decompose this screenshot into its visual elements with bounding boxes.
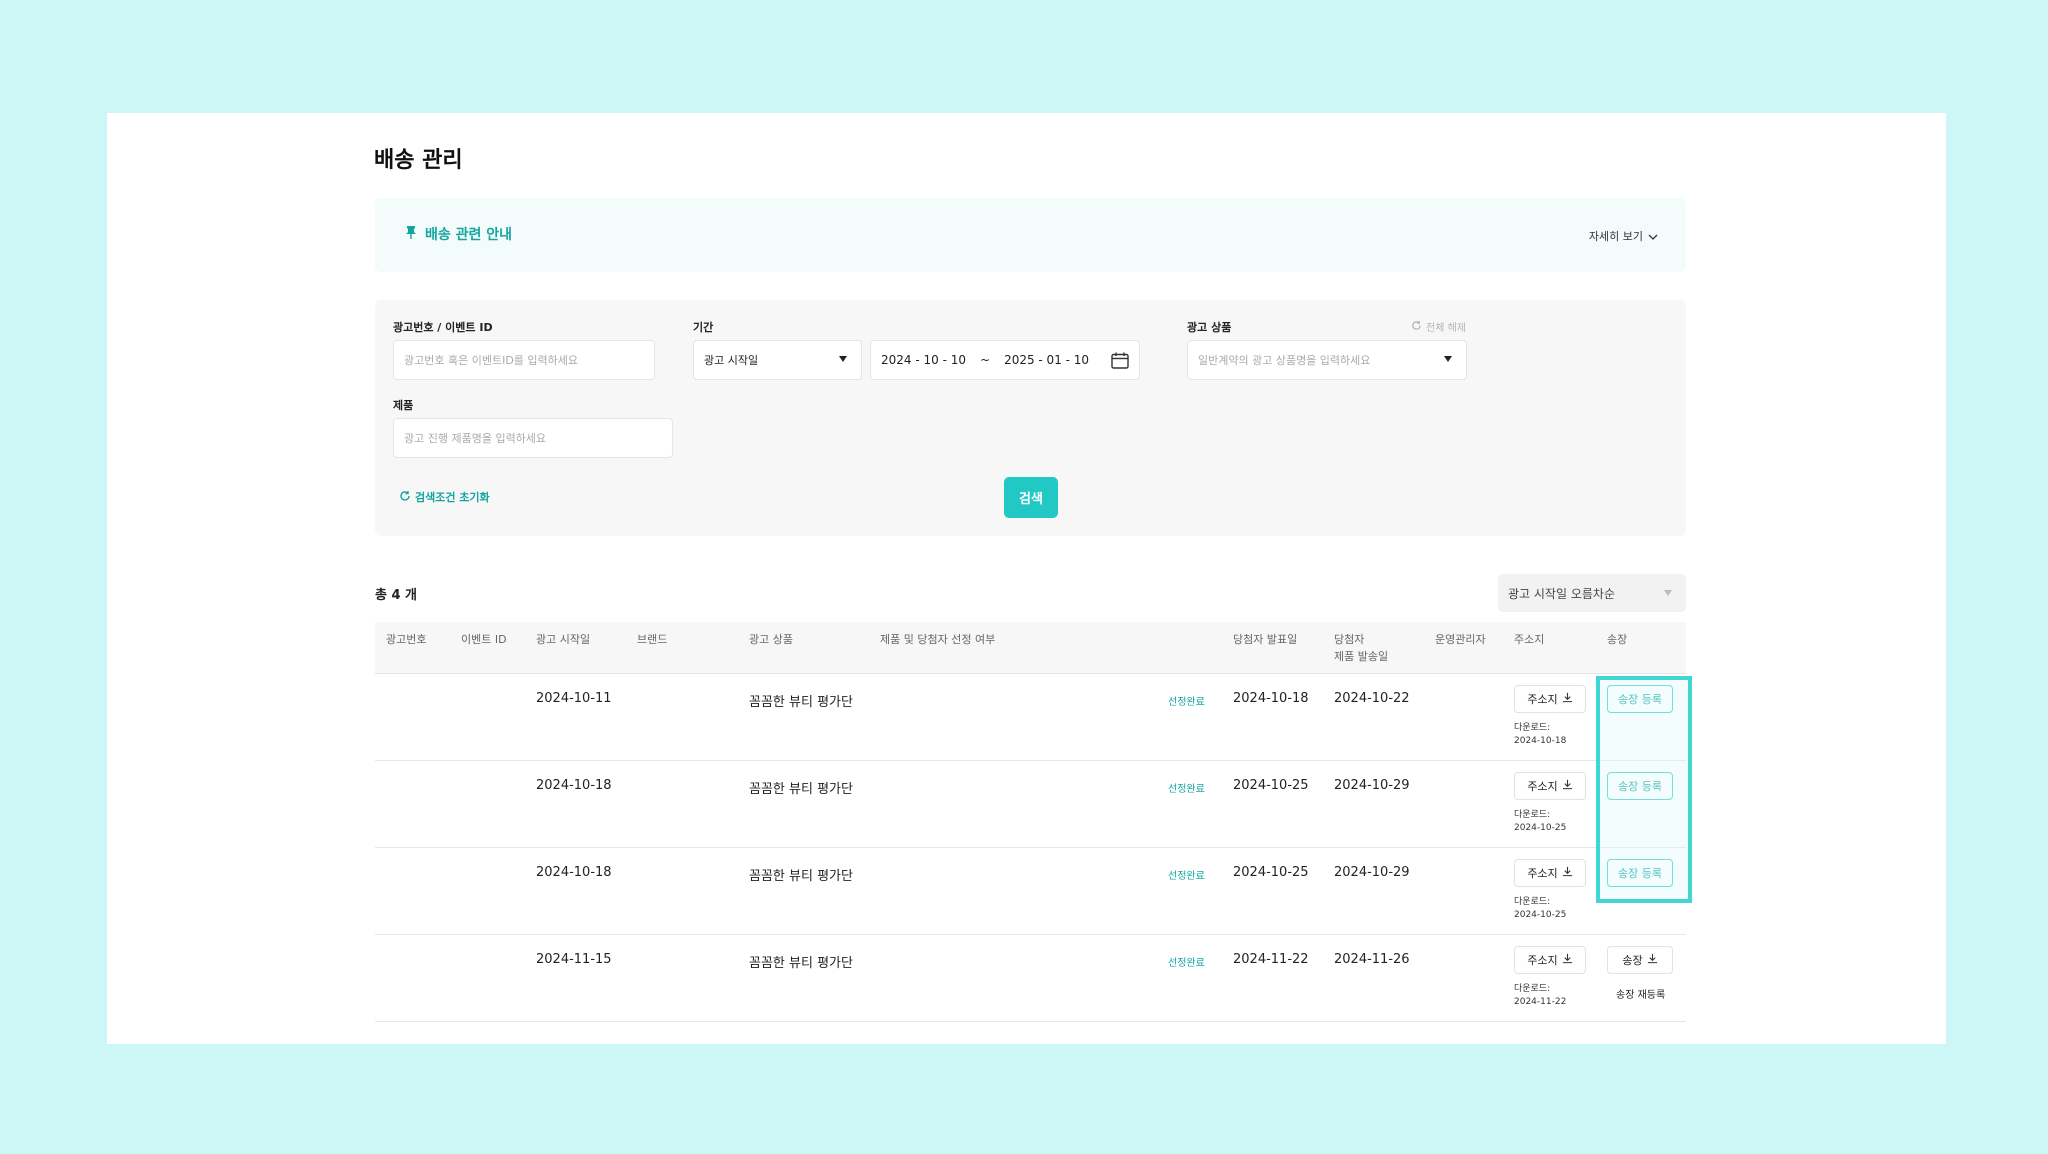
table-row: 2024-10-18 꼼꼼한 뷰티 평가단 선정완료 2024-10-25 20…: [375, 848, 1686, 935]
product-cell: 꼼꼼한 뷰티 평가단: [749, 695, 853, 710]
table-row: 2024-10-11 꼼꼼한 뷰티 평가단 선정완료 2024-10-18 20…: [375, 674, 1686, 761]
refresh-icon: [1411, 320, 1422, 334]
ad-id-input[interactable]: 광고번호 혹은 이벤트ID를 입력하세요: [393, 340, 655, 380]
invoice-column-highlight: [1596, 676, 1692, 903]
col-announce-date: 당첨자 발표일: [1233, 633, 1298, 646]
col-address: 주소지: [1514, 633, 1545, 646]
reset-conditions-button[interactable]: 검색조건 초기화: [399, 489, 490, 505]
download-icon: [1562, 692, 1573, 706]
ad-product-label: 광고 상품: [1187, 321, 1232, 334]
search-button[interactable]: 검색: [1004, 477, 1058, 518]
status-badge: 선정완료: [1168, 697, 1205, 708]
ship-date-cell: 2024-10-29: [1334, 865, 1410, 880]
col-start-date: 광고 시작일: [536, 633, 591, 646]
address-download-button[interactable]: 주소지: [1514, 946, 1586, 974]
notice-bar[interactable]: 배송 관련 안내 자세히 보기: [375, 198, 1686, 272]
address-download-button[interactable]: 주소지: [1514, 772, 1586, 800]
announce-date-cell: 2024-10-25: [1233, 865, 1309, 880]
download-info: 다운로드: 2024-10-25: [1514, 897, 1567, 920]
table-header: 광고번호 이벤트 ID 광고 시작일 브랜드 광고 상품 제품 및 당첨자 선정…: [375, 622, 1686, 674]
col-ship-date: 당첨자 제품 발송일: [1334, 633, 1389, 663]
table-row: 2024-10-18 꼼꼼한 뷰티 평가단 선정완료 2024-10-25 20…: [375, 761, 1686, 848]
announce-date-cell: 2024-10-25: [1233, 778, 1309, 793]
download-info: 다운로드: 2024-10-25: [1514, 810, 1567, 833]
product-cell: 꼼꼼한 뷰티 평가단: [749, 869, 853, 884]
invoice-download-button[interactable]: 송장: [1607, 946, 1673, 974]
status-badge: 선정완료: [1168, 784, 1205, 795]
reset-all-button[interactable]: 전체 해제: [1411, 319, 1466, 334]
status-badge: 선정완료: [1168, 958, 1205, 969]
ad-id-label: 광고번호 / 이벤트 ID: [393, 321, 493, 334]
product-cell: 꼼꼼한 뷰티 평가단: [749, 956, 853, 971]
period-type-select[interactable]: 광고 시작일: [693, 340, 862, 380]
ship-date-cell: 2024-10-22: [1334, 691, 1410, 706]
refresh-icon: [399, 490, 411, 505]
address-download-button[interactable]: 주소지: [1514, 859, 1586, 887]
announce-date-cell: 2024-11-22: [1233, 952, 1309, 967]
dropdown-caret-icon: [1664, 590, 1672, 596]
download-icon: [1562, 866, 1573, 880]
download-icon: [1562, 779, 1573, 793]
date-range-input[interactable]: 2024 - 10 - 10 ~ 2025 - 01 - 10: [870, 340, 1140, 380]
ad-product-select[interactable]: 일반계약의 광고 상품명을 입력하세요: [1187, 340, 1467, 380]
end-date: 2025 - 01 - 10: [1004, 353, 1090, 367]
col-ad-product: 광고 상품: [749, 633, 793, 646]
download-info: 다운로드: 2024-11-22: [1514, 984, 1567, 1007]
start-date: 2024 - 10 - 10: [881, 353, 966, 367]
pin-icon: [405, 225, 417, 243]
total-count: 총 4 개: [375, 588, 418, 603]
dropdown-caret-icon: [1444, 356, 1452, 362]
col-manager: 운영관리자: [1435, 633, 1486, 646]
product-label: 제품: [393, 399, 414, 412]
chevron-down-icon: [1648, 230, 1658, 243]
invoice-reregister-link[interactable]: 송장 재등록: [1616, 986, 1665, 1001]
start-date-cell: 2024-10-18: [536, 865, 612, 880]
status-badge: 선정완료: [1168, 871, 1205, 882]
start-date-cell: 2024-10-11: [536, 691, 612, 706]
ship-date-cell: 2024-11-26: [1334, 952, 1410, 967]
col-invoice: 송장: [1607, 633, 1628, 646]
start-date-cell: 2024-11-15: [536, 952, 612, 967]
period-label: 기간: [693, 321, 714, 334]
download-icon: [1647, 953, 1658, 967]
date-separator: ~: [980, 353, 991, 367]
product-cell: 꼼꼼한 뷰티 평가단: [749, 782, 853, 797]
calendar-icon[interactable]: [1111, 352, 1129, 372]
table-row: 2024-11-15 꼼꼼한 뷰티 평가단 선정완료 2024-11-22 20…: [375, 935, 1686, 1022]
start-date-cell: 2024-10-18: [536, 778, 612, 793]
notice-title: 배송 관련 안내: [405, 224, 512, 244]
address-download-button[interactable]: 주소지: [1514, 685, 1586, 713]
product-input[interactable]: 광고 진행 제품명을 입력하세요: [393, 418, 673, 458]
filter-panel: 광고번호 / 이벤트 ID 광고번호 혹은 이벤트ID를 입력하세요 기간 광고…: [375, 300, 1686, 536]
notice-more-button[interactable]: 자세히 보기: [1589, 228, 1658, 244]
sort-select[interactable]: 광고 시작일 오름차순: [1498, 574, 1686, 612]
col-event-id: 이벤트 ID: [461, 633, 507, 646]
dropdown-caret-icon: [839, 356, 847, 362]
page-title: 배송 관리: [374, 148, 463, 173]
download-icon: [1562, 953, 1573, 967]
col-ad-number: 광고번호: [386, 633, 427, 646]
ship-date-cell: 2024-10-29: [1334, 778, 1410, 793]
announce-date-cell: 2024-10-18: [1233, 691, 1309, 706]
col-brand: 브랜드: [637, 633, 668, 646]
col-selection: 제품 및 당첨자 선정 여부: [880, 633, 996, 646]
download-info: 다운로드: 2024-10-18: [1514, 723, 1567, 746]
